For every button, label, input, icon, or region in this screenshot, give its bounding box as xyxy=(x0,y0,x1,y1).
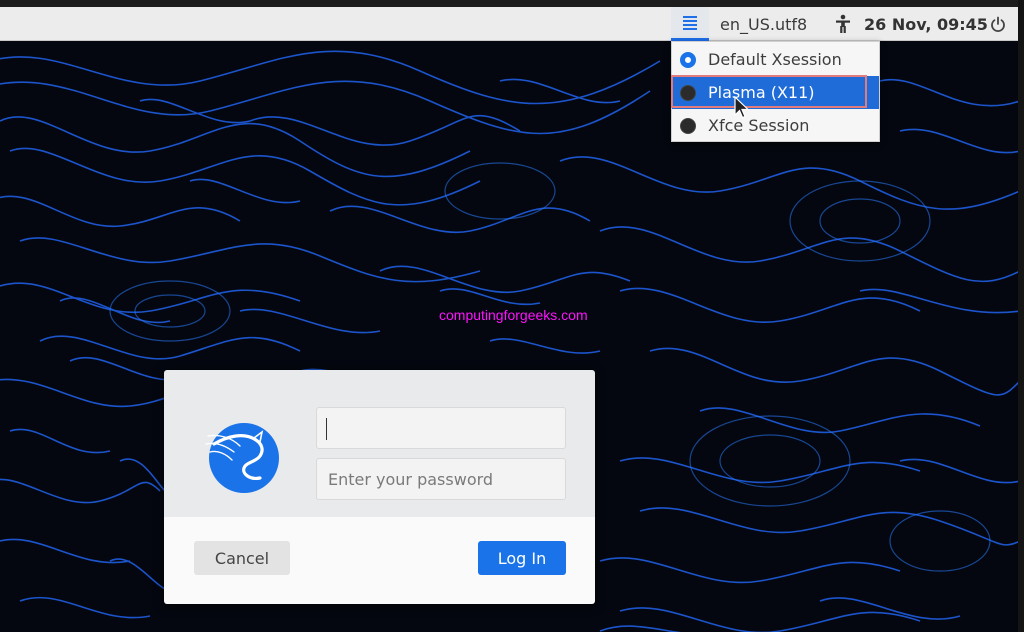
session-option-default-xsession[interactable]: Default Xsession xyxy=(672,43,879,76)
accessibility-button[interactable] xyxy=(833,7,853,41)
watermark-text: computingforgeeks.com xyxy=(439,307,588,323)
session-menu: Default Xsession Plasma (X11) Xfce Sessi… xyxy=(671,41,880,142)
session-menu-icon xyxy=(683,15,697,30)
password-input[interactable] xyxy=(316,458,566,500)
session-option-label: Xfce Session xyxy=(708,116,810,135)
power-icon xyxy=(991,16,1005,32)
window-frame-right xyxy=(1018,0,1024,632)
power-button[interactable] xyxy=(988,7,1008,41)
language-indicator[interactable]: en_US.utf8 xyxy=(720,7,807,41)
login-dialog-body xyxy=(164,370,595,517)
cancel-button[interactable]: Cancel xyxy=(194,541,290,575)
session-option-label: Plasma (X11) xyxy=(708,83,815,102)
radio-unchecked-icon xyxy=(680,117,696,134)
radio-unchecked-icon xyxy=(680,84,696,101)
clock: 26 Nov, 09:45 xyxy=(864,14,988,34)
session-menu-button[interactable] xyxy=(671,7,709,41)
log-in-button[interactable]: Log In xyxy=(478,541,566,575)
session-option-label: Default Xsession xyxy=(708,50,842,69)
username-input[interactable] xyxy=(316,407,566,449)
radio-checked-icon xyxy=(680,51,696,68)
text-caret xyxy=(326,418,327,440)
mouse-pointer-icon xyxy=(734,96,750,119)
session-option-plasma-x11[interactable]: Plasma (X11) xyxy=(672,76,879,109)
top-panel: en_US.utf8 26 Nov, 09:45 xyxy=(0,7,1018,41)
kali-dragon-logo xyxy=(205,423,279,493)
accessibility-icon xyxy=(836,14,850,33)
login-dialog: Cancel Log In xyxy=(164,370,595,604)
window-frame-top xyxy=(0,0,1024,7)
session-option-xfce-session[interactable]: Xfce Session xyxy=(672,109,879,142)
